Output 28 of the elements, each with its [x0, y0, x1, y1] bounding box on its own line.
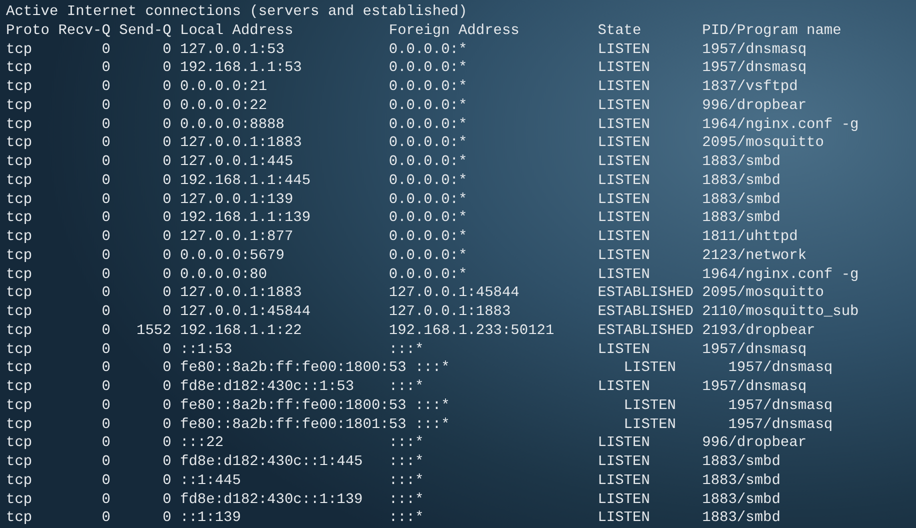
connection-line: tcp 0 0 0.0.0.0:80 0.0.0.0:* LISTEN 1964/nginx.conf -g	[6, 266, 859, 282]
connection-line: tcp 0 0 127.0.0.1:877 0.0.0.0:* LISTEN 1811/uhttpd	[6, 229, 798, 245]
connection-line: tcp 0 0 fd8e:d182:430c::1:53 :::* LISTEN 1957/dnsmasq	[6, 379, 807, 395]
connection-line: tcp 0 0 127.0.0.1:45844 127.0.0.1:1883 ESTABLISHED 2110/mosquitto_sub	[6, 304, 859, 320]
connection-line: tcp 0 0 fe80::8a2b:ff:fe00:1800:53 :::* LISTEN 1957/dnsmasq	[6, 360, 833, 376]
connection-line: tcp 0 0 192.168.1.1:445 0.0.0.0:* LISTEN 1883/smbd	[6, 172, 780, 189]
connection-line: tcp 0 0 ::1:445 :::* LISTEN 1883/smbd	[6, 472, 780, 489]
connection-line: tcp 0 0 127.0.0.1:139 0.0.0.0:* LISTEN 1883/smbd	[6, 192, 780, 208]
connection-line: tcp 0 0 fd8e:d182:430c::1:139 :::* LISTEN 1883/smbd	[6, 492, 780, 508]
connection-line: tcp 0 0 127.0.0.1:53 0.0.0.0:* LISTEN 1957/dnsmasq	[6, 42, 807, 58]
connection-line: tcp 0 0 0.0.0.0:5679 0.0.0.0:* LISTEN 2123/network	[6, 248, 807, 264]
connection-line: tcp 0 0 fd8e:d182:430c::1:445 :::* LISTEN 1883/smbd	[6, 454, 780, 470]
connection-line: tcp 0 0 127.0.0.1:1883 127.0.0.1:45844 ESTABLISHED 2095/mosquitto	[6, 285, 824, 302]
connection-line: tcp 0 0 0.0.0.0:22 0.0.0.0:* LISTEN 996/dropbear	[6, 98, 807, 114]
connection-line: tcp 0 0 ::1:139 :::* LISTEN 1883/smbd	[6, 510, 780, 526]
connection-line: tcp 0 0 0.0.0.0:8888 0.0.0.0:* LISTEN 1964/nginx.conf -g	[6, 116, 859, 132]
connection-line: tcp 0 0 127.0.0.1:445 0.0.0.0:* LISTEN 1883/smbd	[6, 154, 780, 170]
connection-line: tcp 0 0 fe80::8a2b:ff:fe00:1801:53 :::* LISTEN 1957/dnsmasq	[6, 416, 833, 432]
column-header-line: Proto Recv-Q Send-Q Local Address Foreign Address State PID/Program name	[6, 22, 842, 39]
connection-line: tcp 0 0 192.168.1.1:53 0.0.0.0:* LISTEN 1957/dnsmasq	[6, 60, 807, 76]
connection-line: tcp 0 0 fe80::8a2b:ff:fe00:1800:53 :::* LISTEN 1957/dnsmasq	[6, 398, 833, 414]
connection-line: tcp 0 0 192.168.1.1:139 0.0.0.0:* LISTEN 1883/smbd	[6, 210, 780, 226]
connection-line: tcp 0 1552 192.168.1.1:22 192.168.1.233:50121 ESTABLISHED 2193/dropbear	[6, 322, 816, 339]
connection-line: tcp 0 0 0.0.0.0:21 0.0.0.0:* LISTEN 1837/vsftpd	[6, 79, 798, 95]
output-heading: Active Internet connections (servers and established)	[6, 4, 468, 20]
connection-line: tcp 0 0 ::1:53 :::* LISTEN 1957/dnsmasq	[6, 342, 807, 358]
connection-line: tcp 0 0 127.0.0.1:1883 0.0.0.0:* LISTEN 2095/mosquitto	[6, 135, 824, 152]
connection-line: tcp 0 0 :::22 :::* LISTEN 996/dropbear	[6, 435, 807, 452]
